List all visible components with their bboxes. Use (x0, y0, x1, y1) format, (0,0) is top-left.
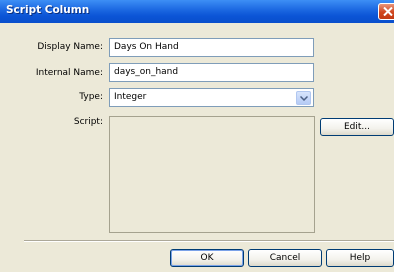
ok-button[interactable]: OK (170, 249, 244, 267)
type-select-value: Integer (114, 92, 147, 102)
close-button[interactable] (378, 3, 394, 20)
dialog-title: Script Column (6, 4, 90, 16)
internal-name-label: Internal Name: (35, 68, 103, 78)
display-name-label: Display Name: (37, 42, 103, 52)
internal-name-field[interactable]: days_on_hand (109, 63, 314, 82)
type-label: Type: (79, 92, 103, 102)
display-name-field[interactable]: Days On Hand (109, 38, 314, 57)
type-select[interactable]: Integer (109, 88, 314, 107)
script-text-area[interactable] (109, 116, 315, 233)
script-label: Script: (73, 117, 103, 127)
edit-button[interactable]: Edit... (320, 118, 394, 136)
divider (24, 240, 394, 242)
type-dropdown-button[interactable] (296, 91, 311, 105)
help-button[interactable]: Help (326, 249, 394, 267)
close-icon (383, 7, 393, 16)
cancel-button[interactable]: Cancel (248, 249, 322, 267)
title-bar[interactable]: Script Column (0, 0, 394, 23)
chevron-down-icon (300, 96, 308, 101)
